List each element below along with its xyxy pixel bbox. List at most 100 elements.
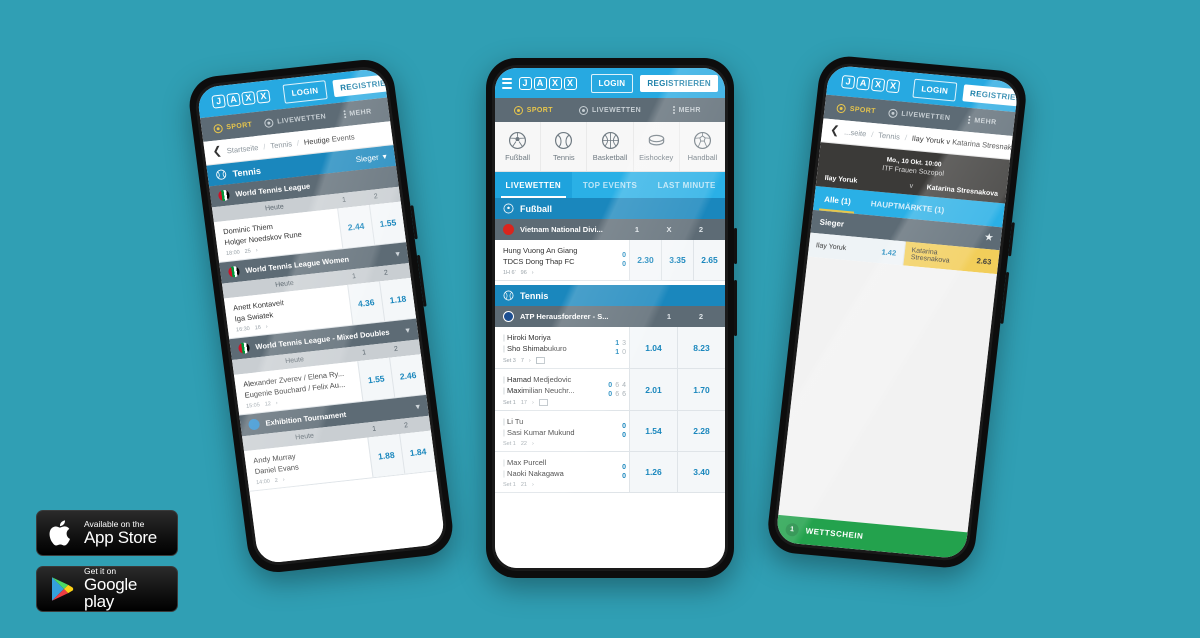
sport-item-tennis[interactable]: Tennis: [541, 122, 588, 171]
register-button[interactable]: REGISTRIEREN: [332, 71, 412, 97]
section-header-tennis[interactable]: Tennis: [495, 285, 725, 306]
star-icon[interactable]: ★: [984, 232, 993, 244]
kebab-menu-icon: [672, 106, 675, 114]
power-button[interactable]: [410, 205, 418, 240]
event-time: 14:00: [255, 478, 271, 487]
chevron-left-icon[interactable]: ❮: [829, 124, 840, 137]
nav-item-livewetten[interactable]: LIVEWETTEN: [263, 112, 326, 128]
kebab-menu-icon: [342, 110, 346, 119]
odds-button[interactable]: 1.88: [367, 434, 405, 478]
event-row[interactable]: Hung Vuong An Giang TDCS Dong Thap FC 1H…: [495, 240, 725, 281]
odds-button[interactable]: 1.70: [677, 369, 725, 410]
sport-item-basketball[interactable]: Basketball: [587, 122, 634, 171]
event-row[interactable]: | Hamad Medjedovic | Maximilian Neuchr..…: [495, 369, 725, 411]
google-play-badge[interactable]: Get it on Google play: [36, 566, 178, 612]
google-play-text: Get it on Google play: [84, 566, 165, 612]
league-header[interactable]: Vietnam National Divi... 1 X 2: [495, 219, 725, 240]
breadcrumb-item-home[interactable]: ...seite: [844, 127, 867, 138]
nav-item-livewetten[interactable]: LIVEWETTEN: [887, 107, 951, 123]
event-row[interactable]: | Li Tu | Sasi Kumar Mukund Set 1 22 › 0…: [495, 411, 725, 452]
league-header[interactable]: ATP Herausforderer - S... 1 2: [495, 306, 725, 327]
nav-item-sport[interactable]: SPORT: [824, 102, 888, 117]
breadcrumb-item-tennis[interactable]: Tennis: [878, 131, 901, 142]
event-markets: 25: [244, 248, 252, 255]
chevron-down-icon[interactable]: ▾: [405, 325, 410, 334]
market-name: Sieger: [819, 217, 845, 229]
odds-columns: 1 2: [653, 312, 717, 321]
soccer-ball-icon: [509, 131, 527, 150]
section-label: Tennis: [520, 290, 549, 301]
odds-button[interactable]: 2.46: [389, 354, 427, 398]
sport-item-handball[interactable]: Handball: [680, 122, 725, 171]
odds-button[interactable]: 2.28: [677, 411, 725, 451]
nav-item-sport[interactable]: SPORT: [495, 105, 572, 115]
volume-button[interactable]: [734, 280, 737, 336]
power-button[interactable]: [734, 228, 737, 264]
vietnam-flag-icon: [503, 224, 514, 235]
event-meta: Set 1 21 ›: [503, 482, 587, 488]
odds-button[interactable]: 3.35: [661, 240, 693, 280]
odds-button[interactable]: 2.44: [337, 205, 375, 249]
register-button[interactable]: REGISTRIEREN: [962, 83, 1019, 108]
nav-label: LIVEWETTEN: [276, 112, 327, 126]
menu-icon[interactable]: [834, 74, 836, 86]
breadcrumb-item-home[interactable]: Startseite: [226, 143, 259, 155]
event-time: 18:00: [225, 249, 241, 258]
login-button[interactable]: LOGIN: [912, 78, 958, 102]
nav-item-mehr[interactable]: MEHR: [648, 106, 725, 114]
nav-item-livewetten[interactable]: LIVEWETTEN: [572, 105, 649, 115]
nav-item-mehr[interactable]: MEHR: [950, 114, 1014, 128]
event-row[interactable]: | Hiroki Moriya | Sho Shimabukuro Set 3 …: [495, 327, 725, 369]
market-selector[interactable]: Sieger ▾: [355, 152, 387, 164]
odds-button[interactable]: 2.01: [629, 369, 677, 410]
odds-button[interactable]: 3.40: [677, 452, 725, 492]
event-markets: 96: [520, 270, 527, 276]
register-button[interactable]: REGISTRIEREN: [640, 74, 718, 92]
odds-button[interactable]: 2.30: [629, 240, 661, 280]
odds-button[interactable]: 1.18: [378, 277, 417, 322]
breadcrumb-item-tennis[interactable]: Tennis: [270, 139, 293, 150]
odds-button[interactable]: 2.65: [693, 240, 725, 280]
odds-button[interactable]: 1.04: [629, 327, 677, 368]
menu-icon[interactable]: [502, 77, 512, 89]
section-header-fussball[interactable]: Fußball: [495, 198, 725, 219]
sport-item-fussball[interactable]: Fußball: [495, 122, 542, 171]
odds-button[interactable]: 1.55: [357, 357, 395, 401]
scoreboard-icon[interactable]: [538, 399, 548, 406]
app-store-badge[interactable]: Available on the App Store: [36, 510, 178, 556]
jaxx-logo[interactable]: J A X X: [841, 74, 901, 93]
nav-item-mehr[interactable]: MEHR: [326, 105, 389, 120]
odds-button[interactable]: 1.84: [399, 430, 437, 474]
login-button[interactable]: LOGIN: [590, 73, 634, 93]
menu-icon[interactable]: [204, 97, 206, 108]
sport-item-eishockey[interactable]: Eishockey: [634, 122, 680, 171]
odds-button[interactable]: 1.54: [629, 411, 677, 451]
content-filler: [778, 256, 997, 533]
tab-top-events[interactable]: TOP EVENTS: [572, 172, 649, 198]
live-dot-icon: [887, 107, 898, 118]
scoreboard-icon[interactable]: [535, 357, 545, 364]
chevron-left-icon[interactable]: ❮: [212, 145, 223, 158]
center-navbar: SPORT LIVEWETTEN MEHR: [495, 98, 725, 122]
login-button[interactable]: LOGIN: [282, 79, 328, 104]
chevron-right-icon: ›: [531, 482, 534, 488]
score-away: 10: [615, 348, 626, 356]
odds-button[interactable]: 1.26: [629, 452, 677, 492]
odds-button[interactable]: 8.23: [677, 327, 725, 368]
volume-button[interactable]: [1000, 271, 1010, 324]
volume-button[interactable]: [416, 254, 427, 307]
col-1: 1: [634, 225, 640, 234]
jaxx-logo[interactable]: J A X X: [518, 76, 577, 90]
versus-label: v: [909, 182, 914, 190]
odds-button[interactable]: 4.36: [347, 281, 385, 325]
nav-item-sport[interactable]: SPORT: [201, 119, 264, 135]
chevron-down-icon[interactable]: ▾: [415, 402, 420, 411]
power-button[interactable]: [1008, 222, 1015, 257]
chevron-down-icon[interactable]: ▾: [395, 249, 400, 258]
tab-alle[interactable]: Alle (1): [813, 186, 862, 214]
jaxx-logo[interactable]: J A X X: [211, 88, 271, 109]
event-row[interactable]: | Max Purcell | Naoki Nakagawa Set 1 21 …: [495, 452, 725, 493]
odds-button[interactable]: 1.55: [368, 201, 406, 245]
tab-last-minute[interactable]: LAST MINUTE: [648, 172, 725, 198]
tab-livewetten[interactable]: LIVEWETTEN: [495, 172, 572, 198]
